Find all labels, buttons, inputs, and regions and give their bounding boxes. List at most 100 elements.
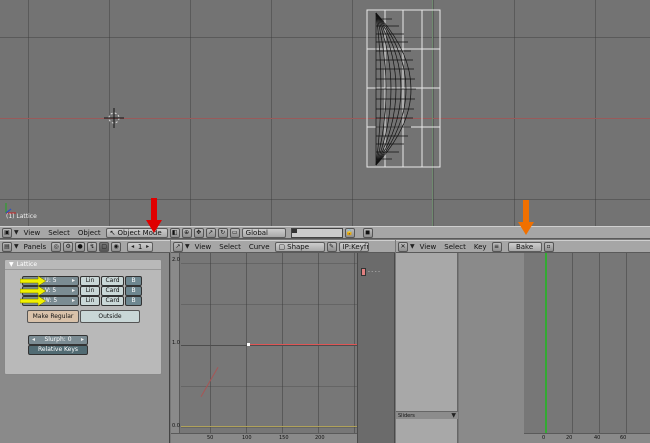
slurph-field[interactable]: ◂ Slurph: 0 ▸	[28, 335, 88, 345]
draw-type-icon[interactable]: ◧	[169, 227, 180, 238]
buttons-window: ▼ Lattice ◂U: 5▸ Lin Card B ◂V: 5▸ Lin C…	[0, 253, 170, 443]
current-frame-line	[545, 253, 547, 443]
3d-viewport[interactable]: (1) Lattice	[0, 0, 650, 226]
page-number-field[interactable]: ◂ 1 ▸	[127, 241, 154, 252]
orientation-select[interactable]: Global	[241, 227, 286, 238]
y-tick-1: 1.0	[172, 340, 180, 346]
ipo-block-field[interactable]: IP:Keyfr	[338, 241, 369, 252]
orange-arrow-annotation	[518, 200, 534, 235]
pin-icon[interactable]: ✎	[326, 241, 337, 252]
orientation-label: Global	[245, 228, 269, 237]
action-x-tick-20: 20	[566, 435, 573, 441]
x-tick-50: 50	[207, 435, 214, 441]
shape-key-icon: ▢	[278, 242, 286, 251]
x-tick-200: 200	[315, 435, 325, 441]
ipo-type-select[interactable]: ▢ Shape	[274, 241, 325, 252]
action-collapse-icon[interactable]: ▼	[410, 243, 415, 250]
lattice-panel-header[interactable]: ▼ Lattice	[5, 260, 161, 270]
layer-buttons[interactable]	[290, 227, 343, 238]
relative-keys-button[interactable]: Relative Keys	[28, 345, 88, 355]
lattice-wireframe[interactable]	[366, 9, 442, 169]
red-arrow-annotation	[146, 198, 162, 233]
action-window-sidebar: Sliders ▼	[396, 253, 458, 443]
bake-button[interactable]: Bake	[507, 241, 542, 252]
slurph-inc-icon[interactable]: ▸	[81, 336, 84, 344]
ipo-collapse-icon[interactable]: ▼	[185, 243, 190, 250]
render-icon[interactable]: ◼	[362, 227, 373, 238]
manipulator-icon[interactable]: ✥	[193, 227, 204, 238]
menu-object[interactable]: Object	[75, 229, 104, 237]
w-card-button[interactable]: Card	[101, 296, 124, 306]
shading-icon[interactable]: ●	[75, 241, 86, 252]
menu-view[interactable]: View	[21, 229, 44, 237]
w-b-button[interactable]: B	[125, 296, 142, 306]
action-window-timeline[interactable]: 0 20 40 60	[524, 253, 650, 443]
v-card-button[interactable]: Card	[101, 286, 124, 296]
buttons-editor-icon[interactable]: ▤	[2, 241, 12, 252]
w-inc-icon[interactable]: ▸	[72, 297, 75, 305]
viewport-header: ▣ ▼ View Select Object ↖ Object Mode ◧ ⊕…	[0, 226, 650, 239]
editor-type-icon[interactable]: ▣	[2, 227, 12, 238]
panel-title: Lattice	[16, 261, 38, 268]
y-tick-0: 0.0	[172, 423, 180, 429]
slurph-dec-icon[interactable]: ◂	[32, 336, 35, 344]
decrement-arrow-icon[interactable]: ◂	[131, 243, 134, 251]
action-menu-view[interactable]: View	[417, 243, 440, 251]
key-channel-label: - - - -	[368, 269, 380, 275]
x-tick-150: 150	[279, 435, 289, 441]
ipo-block-label: IP:Keyfr	[342, 242, 369, 251]
action-window-channels	[459, 253, 524, 443]
panels-menu[interactable]: Panels	[21, 243, 50, 251]
scene-icon[interactable]: ◉	[111, 241, 122, 252]
action-menu-key[interactable]: Key	[471, 243, 490, 251]
bake-label: Bake	[515, 242, 534, 251]
menu-select[interactable]: Select	[45, 229, 73, 237]
outside-button[interactable]: Outside	[80, 310, 140, 323]
page-number: 1	[137, 242, 143, 251]
ipo-scrollbar[interactable]	[171, 253, 180, 443]
w-lin-button[interactable]: Lin	[80, 296, 100, 306]
slurph-value: Slurph: 0	[44, 336, 72, 343]
scale-icon[interactable]: ▭	[229, 227, 240, 238]
make-regular-button[interactable]: Make Regular	[27, 310, 79, 323]
logic-icon[interactable]: ◎	[51, 241, 62, 252]
object-label: (1) Lattice	[6, 213, 37, 220]
u-inc-icon[interactable]: ▸	[72, 277, 75, 285]
script-icon[interactable]: ⚙	[63, 241, 74, 252]
u-lin-button[interactable]: Lin	[80, 276, 100, 286]
x-tick-100: 100	[242, 435, 252, 441]
v-inc-icon[interactable]: ▸	[72, 287, 75, 295]
action-pin-icon[interactable]: ▫	[543, 241, 554, 252]
key-channel-swatch[interactable]	[361, 268, 366, 276]
yellow-arrows-annotation	[20, 275, 47, 307]
ipo-editor-icon[interactable]: ↗	[173, 241, 183, 252]
ipo-menu-select[interactable]: Select	[216, 243, 244, 251]
3d-cursor-icon	[104, 108, 124, 128]
panel-expand-icon[interactable]: ▼	[9, 261, 14, 268]
increment-arrow-icon[interactable]: ▸	[146, 243, 149, 251]
rotate-icon[interactable]: ↻	[217, 227, 228, 238]
pivot-icon[interactable]: ⊕	[181, 227, 192, 238]
ipo-menu-curve[interactable]: Curve	[246, 243, 273, 251]
action-editor-icon[interactable]: ✕	[398, 241, 408, 252]
lock-icon[interactable]: 🔒	[344, 227, 355, 238]
u-card-button[interactable]: Card	[101, 276, 124, 286]
ipo-menu-view[interactable]: View	[192, 243, 215, 251]
sliders-dropdown[interactable]: Sliders ▼	[396, 411, 458, 419]
object-mode-icon: ↖	[109, 228, 116, 237]
ipo-channel-column: - - - -	[357, 253, 395, 443]
header-collapse-icon[interactable]: ▼	[14, 229, 19, 236]
editing-icon[interactable]: ▢	[99, 241, 110, 252]
v-b-button[interactable]: B	[125, 286, 142, 296]
ipo-window-header: ↗ ▼ View Select Curve ▢ Shape ✎ IP:Keyfr	[171, 240, 395, 253]
v-lin-button[interactable]: Lin	[80, 286, 100, 296]
key-type-icon[interactable]: ≡	[491, 241, 502, 252]
ipo-grid	[181, 253, 357, 433]
action-menu-select[interactable]: Select	[441, 243, 469, 251]
object-icon[interactable]: ↯	[87, 241, 98, 252]
u-b-button[interactable]: B	[125, 276, 142, 286]
ipo-keyframe-point[interactable]	[247, 343, 250, 346]
translate-icon[interactable]: ↗	[205, 227, 216, 238]
buttons-collapse-icon[interactable]: ▼	[14, 243, 19, 250]
ipo-window[interactable]: 2.0 1.0 0.0 50 100 150 200	[171, 253, 357, 443]
